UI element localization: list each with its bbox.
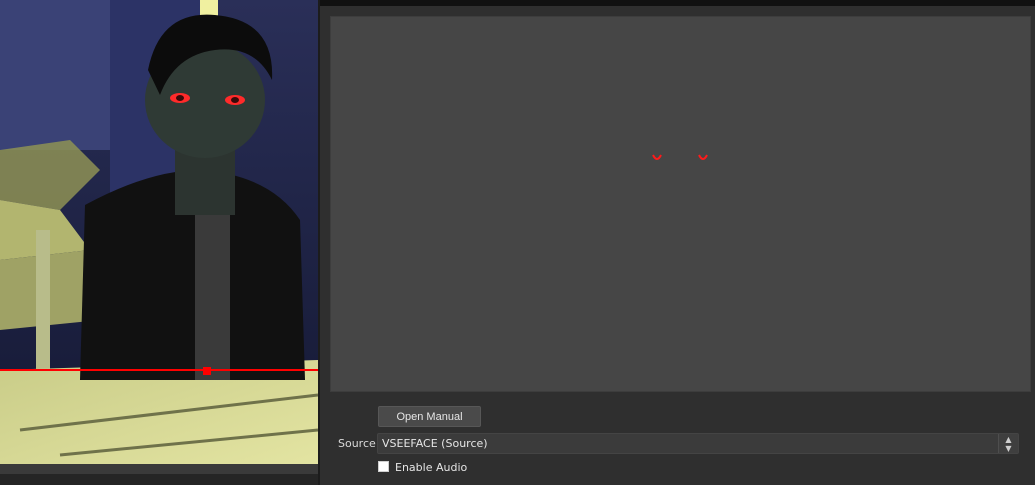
source-select[interactable]: VSEEFACE (Source) ▲ ▼	[377, 433, 1019, 454]
open-manual-button[interactable]: Open Manual	[378, 406, 481, 427]
source-preview	[0, 0, 318, 464]
chevron-up-down-icon: ▲ ▼	[998, 434, 1018, 453]
enable-audio-checkbox[interactable]	[378, 461, 389, 472]
red-eye-marks	[652, 154, 708, 160]
crop-handle	[203, 367, 211, 375]
preview-footer	[0, 474, 318, 485]
avatar-scene	[0, 0, 318, 464]
source-select-value: VSEEFACE (Source)	[382, 437, 488, 450]
source-label: Source	[338, 437, 376, 450]
enable-audio-label: Enable Audio	[395, 461, 468, 474]
preview-scrollbar[interactable]	[0, 464, 318, 474]
filter-preview	[330, 16, 1031, 392]
